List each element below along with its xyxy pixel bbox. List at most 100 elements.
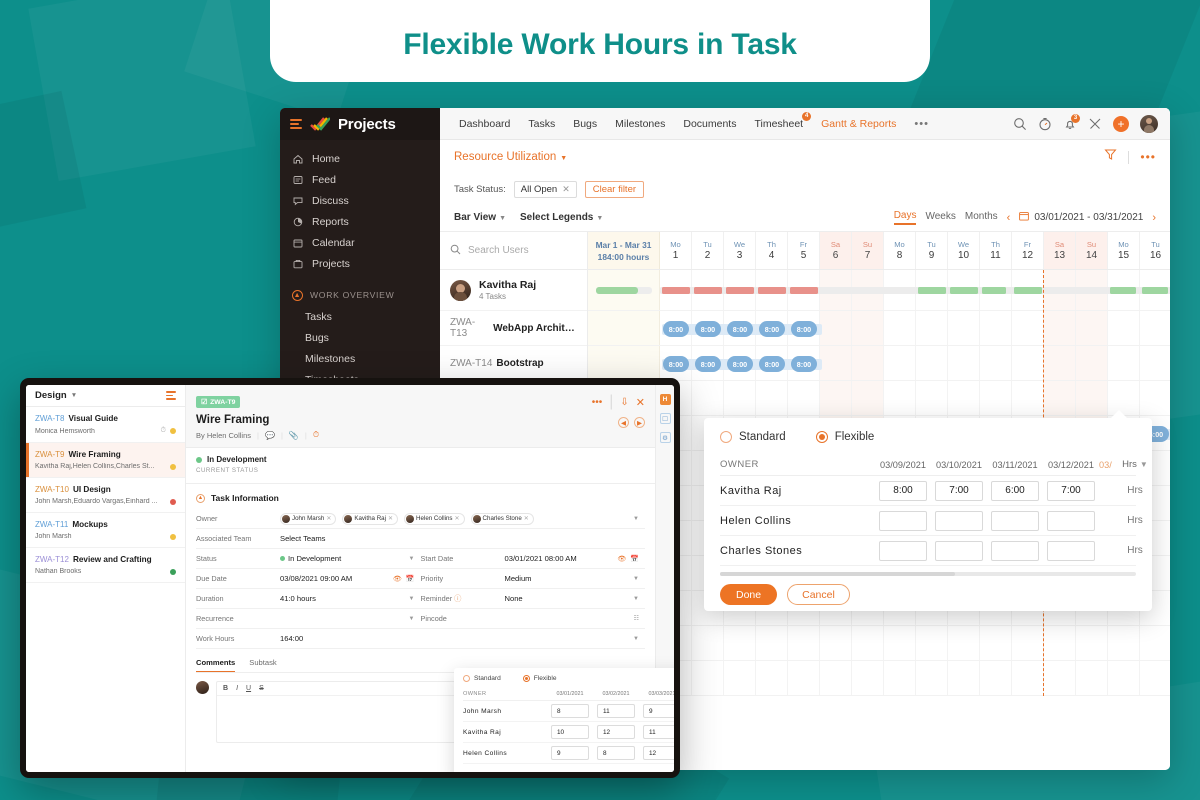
- hours-input[interactable]: 6:00: [991, 480, 1039, 501]
- tab-documents[interactable]: Documents: [674, 118, 745, 130]
- gantt-hour-pill[interactable]: 8:00: [663, 356, 689, 372]
- gantt-bar[interactable]: [726, 287, 754, 294]
- owner-token[interactable]: John Marsh ✕: [280, 512, 337, 525]
- bar-view-dropdown[interactable]: Bar View ▼: [454, 212, 506, 223]
- radio-flexible[interactable]: Flexible: [815, 431, 874, 443]
- gantt-bar[interactable]: [1110, 287, 1136, 294]
- info-icon[interactable]: ⓘ: [454, 594, 461, 603]
- hours-input[interactable]: [991, 510, 1039, 531]
- horizontal-scrollbar[interactable]: [720, 572, 1136, 576]
- hours-input[interactable]: [935, 510, 983, 531]
- search-input[interactable]: [468, 245, 577, 256]
- gantt-bar[interactable]: [982, 287, 1006, 294]
- export-icon[interactable]: ⇩: [620, 397, 628, 408]
- sidebar-item-projects[interactable]: Projects: [280, 253, 440, 274]
- chevron-down-icon[interactable]: ▼: [633, 576, 639, 582]
- hours-input[interactable]: [879, 510, 927, 531]
- attachment-icon[interactable]: 📎: [289, 431, 299, 440]
- hours-input[interactable]: 8:00: [879, 480, 927, 501]
- gantt-bar[interactable]: [1142, 287, 1168, 294]
- gantt-bar[interactable]: [694, 287, 722, 294]
- date-range[interactable]: 03/01/2021 - 03/31/2021: [1019, 211, 1143, 224]
- gantt-hour-pill[interactable]: 8:00: [727, 356, 753, 372]
- next-period-icon[interactable]: ›: [1152, 212, 1156, 224]
- chevron-down-icon[interactable]: ▼: [409, 556, 415, 562]
- collapse-icon[interactable]: ▲: [196, 493, 205, 503]
- column-hrs[interactable]: Hrs ▼: [1115, 459, 1155, 470]
- tab-milestones[interactable]: Milestones: [606, 118, 674, 130]
- bold-icon[interactable]: B: [223, 685, 228, 692]
- sidebar-item-discuss[interactable]: Discuss: [280, 190, 440, 211]
- comment-icon[interactable]: 💬: [265, 431, 275, 440]
- chevron-down-icon[interactable]: ▼: [409, 596, 415, 602]
- close-icon[interactable]: ✕: [562, 184, 570, 195]
- hours-input[interactable]: 9: [551, 746, 589, 760]
- tab-gantt-reports[interactable]: Gantt & Reports: [812, 118, 905, 130]
- list-item[interactable]: ZWA-T9 Wire Framing Kavitha Raj,Helen Co…: [26, 443, 185, 478]
- calendar-icon[interactable]: 📅: [406, 575, 415, 583]
- chevron-down-icon[interactable]: ▼: [409, 616, 415, 622]
- sidebar-item-calendar[interactable]: Calendar: [280, 232, 440, 253]
- visibility-icon[interactable]: 👁: [617, 555, 626, 563]
- more-options-icon[interactable]: •••: [1140, 150, 1156, 164]
- due-date-field[interactable]: Due Date 03/08/2021 09:00 AM 👁 📅: [196, 569, 421, 588]
- cancel-button[interactable]: Cancel: [787, 584, 850, 605]
- scale-weeks[interactable]: Weeks: [925, 211, 955, 224]
- select-legends-dropdown[interactable]: Select Legends ▼: [520, 212, 603, 223]
- add-button[interactable]: +: [1113, 115, 1129, 132]
- history-icon[interactable]: H: [659, 394, 671, 405]
- gantt-bar[interactable]: [950, 287, 978, 294]
- hours-input[interactable]: [1047, 540, 1095, 561]
- close-icon[interactable]: ✕: [636, 396, 645, 409]
- sidebar-item-reports[interactable]: Reports: [280, 211, 440, 232]
- keypad-icon[interactable]: ☷: [634, 615, 639, 622]
- duration-field[interactable]: Duration 41:0 hours ▼: [196, 589, 421, 608]
- timer-icon[interactable]: ⏱: [313, 430, 319, 440]
- gantt-bar[interactable]: [758, 287, 786, 294]
- visibility-icon[interactable]: 👁: [393, 575, 402, 583]
- hours-input[interactable]: 10: [551, 725, 589, 739]
- strikethrough-icon[interactable]: S: [259, 685, 264, 692]
- chevron-down-icon[interactable]: ▼: [633, 516, 639, 522]
- clear-filter-button[interactable]: Clear filter: [584, 180, 645, 198]
- sidebar-item-tasks[interactable]: Tasks: [280, 306, 440, 327]
- hours-input[interactable]: 11: [643, 725, 674, 739]
- filter-icon[interactable]: [1104, 148, 1117, 166]
- hours-input[interactable]: 12: [597, 725, 635, 739]
- priority-field[interactable]: Priority Medium ▼: [421, 569, 646, 588]
- hours-input[interactable]: 8: [551, 704, 589, 718]
- gantt-user-row[interactable]: Kavitha Raj 4 Tasks: [440, 270, 587, 311]
- list-item[interactable]: ZWA-T11 Mockups John Marsh: [26, 513, 185, 548]
- sidebar-item-milestones[interactable]: Milestones: [280, 348, 440, 369]
- calendar-icon[interactable]: 📅: [630, 555, 639, 563]
- done-button[interactable]: Done: [720, 584, 778, 605]
- gantt-hour-pill[interactable]: 8:00: [759, 356, 785, 372]
- start-date-field[interactable]: Start Date 03/01/2021 08:00 AM 👁 📅: [421, 549, 646, 568]
- gantt-hour-pill[interactable]: 8:00: [695, 321, 721, 337]
- gantt-bar[interactable]: [1014, 287, 1042, 294]
- hours-input[interactable]: 11: [597, 704, 635, 718]
- close-icon[interactable]: ✕: [524, 515, 529, 522]
- hours-input[interactable]: 7:00: [935, 480, 983, 501]
- tab-comments[interactable]: Comments: [196, 658, 236, 672]
- associated-team-field[interactable]: Associated Team Select Teams: [196, 529, 645, 548]
- sidebar-item-bugs[interactable]: Bugs: [280, 327, 440, 348]
- gantt-hour-pill[interactable]: 8:00: [663, 321, 689, 337]
- avatar[interactable]: [1140, 114, 1158, 133]
- tab-timesheet[interactable]: Timesheet 4: [745, 111, 812, 130]
- more-tabs-icon[interactable]: •••: [905, 118, 938, 130]
- italic-icon[interactable]: I: [236, 685, 238, 692]
- sidebar-item-feed[interactable]: Feed: [280, 169, 440, 190]
- scale-months[interactable]: Months: [965, 211, 998, 224]
- gantt-task-row[interactable]: ZWA-T14 Bootstrap: [440, 346, 587, 381]
- work-hours-field[interactable]: Work Hours 164:00 ▼: [196, 629, 645, 648]
- list-options-icon[interactable]: [166, 391, 176, 400]
- close-icon[interactable]: ✕: [455, 515, 460, 522]
- list-item[interactable]: ZWA-T8 Visual Guide Monica Hemsworth ⏱: [26, 407, 185, 443]
- prev-task-icon[interactable]: ◀: [618, 417, 629, 428]
- sidebar-item-home[interactable]: Home: [280, 148, 440, 169]
- chevron-down-icon[interactable]: ▼: [71, 392, 77, 399]
- chevron-down-icon[interactable]: ▼: [633, 596, 639, 602]
- gantt-hour-pill[interactable]: 8:00: [791, 356, 817, 372]
- recurrence-field[interactable]: Recurrence ▼: [196, 609, 421, 628]
